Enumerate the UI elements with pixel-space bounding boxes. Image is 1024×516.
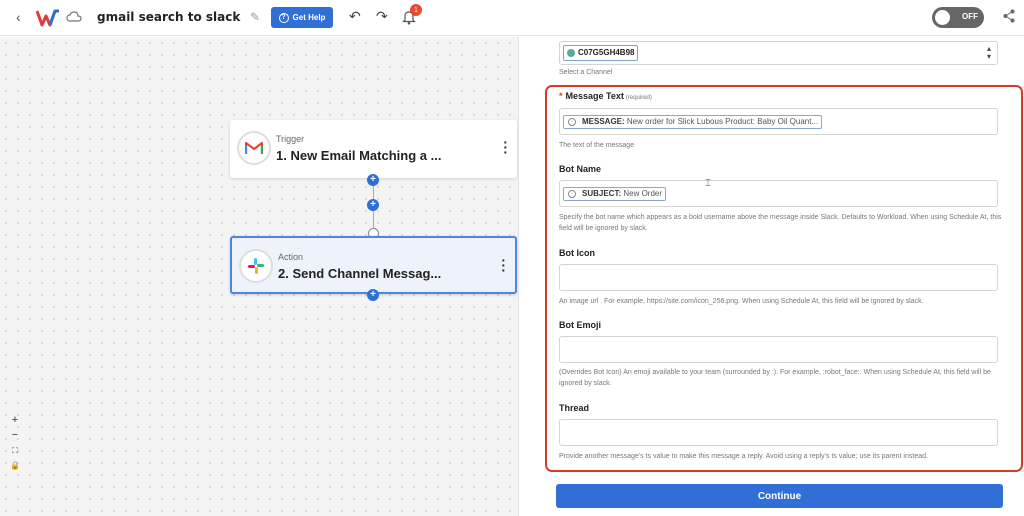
bot-name-label: Bot Name xyxy=(559,164,602,174)
zoom-controls: + − ⛶ 🔒 xyxy=(8,414,22,474)
redo-icon[interactable]: ↷ xyxy=(376,8,388,25)
message-text-label: * Message Text (required) xyxy=(559,91,652,101)
edit-pencil-icon[interactable]: ✎ xyxy=(250,10,260,24)
bot-emoji-label: Bot Emoji xyxy=(559,320,601,330)
step-config-panel: C07G5GH4B98 ▴ ▾ Select a Channel * Message… xyxy=(518,37,1024,516)
trigger-kind-label: Trigger xyxy=(276,134,305,144)
fit-view-icon[interactable]: ⛶ xyxy=(12,444,18,457)
cloud-icon xyxy=(66,11,82,22)
lock-icon[interactable]: 🔒 xyxy=(10,459,20,472)
action-name: 2. Send Channel Messag... xyxy=(278,266,442,281)
bot-emoji-help: (Overrides Bot Icon) An emoji available … xyxy=(559,369,991,387)
required-note: (required) xyxy=(625,95,652,101)
question-icon: ? xyxy=(278,12,289,23)
get-help-button[interactable]: ? Get Help xyxy=(271,7,333,28)
bot-name-input[interactable]: - SUBJECT: New Order xyxy=(559,180,998,207)
message-text-label-text: Message Text xyxy=(565,91,624,101)
token-icon: - xyxy=(568,118,576,126)
trigger-menu-icon[interactable]: · · · xyxy=(503,135,508,159)
channel-help: Select a Channel xyxy=(559,69,613,76)
bot-icon-input[interactable] xyxy=(559,264,998,291)
connector-line xyxy=(373,211,374,228)
get-help-label: Get Help xyxy=(292,13,326,22)
share-icon[interactable] xyxy=(1003,9,1015,23)
back-chevron-icon[interactable]: ‹ xyxy=(16,9,21,25)
thread-help: Provide another message's ts value to ma… xyxy=(559,453,928,460)
zoom-out-icon[interactable]: − xyxy=(12,429,18,442)
subject-token[interactable]: - SUBJECT: New Order xyxy=(563,187,667,201)
continue-button[interactable]: Continue xyxy=(556,484,1003,508)
slack-icon xyxy=(239,249,273,283)
thread-label: Thread xyxy=(559,403,590,413)
required-star: * xyxy=(559,91,563,101)
select-arrows-icon: ▴ ▾ xyxy=(986,44,991,61)
message-text-input[interactable]: - MESSAGE: New order for Slick Lubous Pro… xyxy=(559,108,998,135)
app-logo-icon[interactable] xyxy=(36,9,60,27)
trigger-add-connection-icon[interactable]: + xyxy=(367,174,379,186)
token-value: New Order xyxy=(623,189,663,198)
undo-icon[interactable]: ↶ xyxy=(349,8,361,25)
gmail-icon xyxy=(237,131,271,165)
add-step-button[interactable]: + xyxy=(367,289,379,301)
trigger-node[interactable]: Trigger 1. New Email Matching a ... · · · xyxy=(230,120,517,178)
top-bar: ‹ gmail search to slack ✎ ? Get Help ↶ ↷… xyxy=(0,0,1024,36)
action-node[interactable]: Action 2. Send Channel Messag... · · · xyxy=(230,236,517,294)
action-menu-icon[interactable]: · · · xyxy=(501,253,506,277)
notification-badge: 1 xyxy=(410,4,422,16)
workflow-title[interactable]: gmail search to slack xyxy=(97,10,240,24)
token-name: MESSAGE: xyxy=(582,117,625,126)
insert-step-button[interactable]: + xyxy=(367,199,379,211)
token-value: New order for Slick Lubous Product: Baby… xyxy=(626,117,819,126)
bot-icon-help: An image url . For example, https://site… xyxy=(559,298,924,305)
token-name: SUBJECT: xyxy=(582,189,622,198)
toggle-knob xyxy=(935,10,950,25)
toggle-label: OFF xyxy=(962,12,978,21)
message-text-help: The text of the message xyxy=(559,142,635,149)
zoom-in-icon[interactable]: + xyxy=(12,414,18,427)
bot-name-help: Specify the bot name which appears as a … xyxy=(559,214,1002,232)
bot-emoji-input[interactable] xyxy=(559,336,998,363)
bot-icon-label: Bot Icon xyxy=(559,248,595,258)
workflow-toggle[interactable]: OFF xyxy=(932,7,984,28)
token-icon: - xyxy=(568,190,576,198)
action-kind-label: Action xyxy=(278,252,304,262)
message-token[interactable]: - MESSAGE: New order for Slick Lubous Pro… xyxy=(563,115,823,129)
thread-input[interactable] xyxy=(559,419,998,446)
connector-line xyxy=(373,186,374,199)
mouse-cursor-icon: ⌶ xyxy=(705,178,711,189)
channel-value: C07G5GH4B98 xyxy=(563,45,639,61)
channel-select[interactable]: C07G5GH4B98 ▴ ▾ xyxy=(559,41,998,65)
trigger-name: 1. New Email Matching a ... xyxy=(276,148,442,163)
